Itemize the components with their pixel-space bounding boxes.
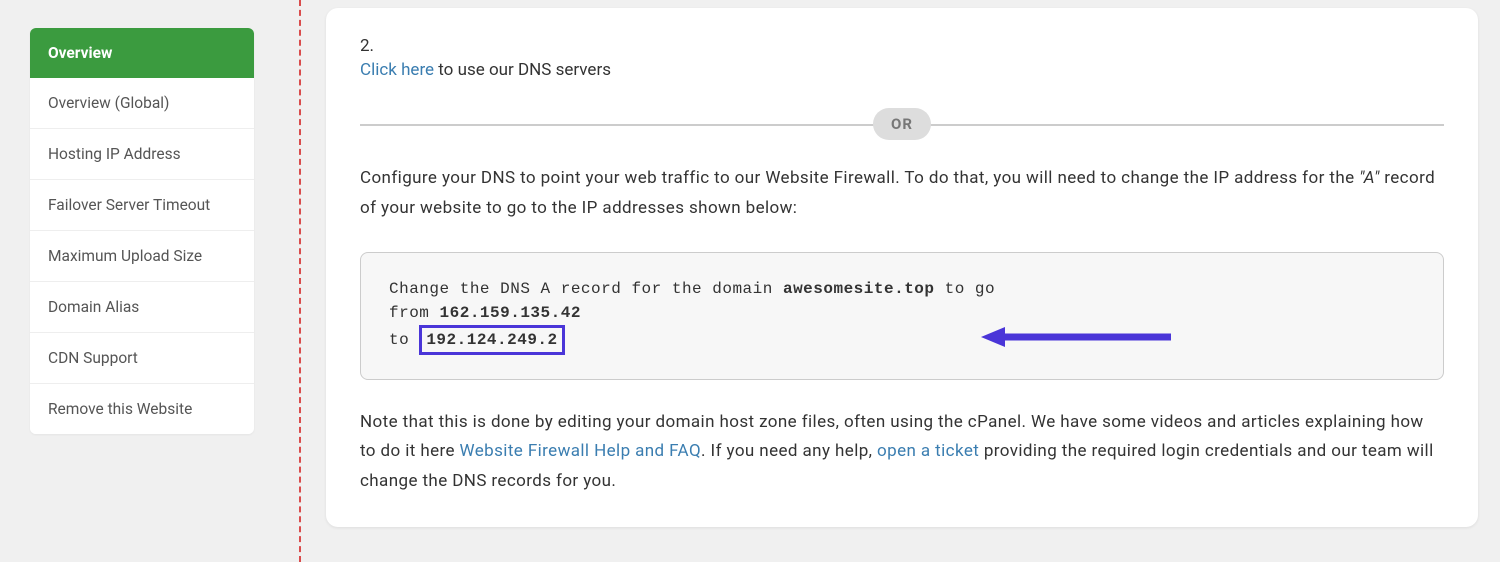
or-badge: OR [873, 108, 931, 140]
sidebar-item-label: Maximum Upload Size [48, 247, 202, 265]
main-panel: 2. Click here to use our DNS servers OR … [326, 0, 1500, 562]
vertical-divider [299, 0, 301, 562]
note-text-2: . If you need any help, [701, 441, 877, 461]
sidebar-item-label: Domain Alias [48, 298, 139, 316]
sidebar-item-label: Overview [48, 44, 112, 62]
sidebar-item-failover[interactable]: Failover Server Timeout [30, 180, 254, 231]
code-domain: awesomesite.top [783, 280, 935, 298]
sidebar-item-label: Overview (Global) [48, 94, 169, 112]
sidebar-item-max-upload[interactable]: Maximum Upload Size [30, 231, 254, 282]
sidebar-item-overview[interactable]: Overview [30, 28, 254, 78]
sidebar-item-domain-alias[interactable]: Domain Alias [30, 282, 254, 333]
configure-description: Configure your DNS to point your web tra… [360, 164, 1444, 224]
sidebar-item-label: Hosting IP Address [48, 145, 181, 163]
sidebar-item-label: CDN Support [48, 349, 138, 367]
sidebar: Overview Overview (Global) Hosting IP Ad… [0, 0, 254, 562]
footer-note: Note that this is done by editing your d… [360, 408, 1444, 497]
configure-text-1: Configure your DNS to point your web tra… [360, 168, 1359, 188]
open-ticket-link[interactable]: open a ticket [877, 441, 979, 461]
content-card: 2. Click here to use our DNS servers OR … [326, 8, 1478, 527]
or-divider: OR [360, 108, 1444, 140]
a-record-italic: "A" [1359, 168, 1380, 188]
help-faq-link[interactable]: Website Firewall Help and FAQ [460, 441, 702, 461]
step-number: 2. [360, 36, 1444, 56]
sidebar-item-label: Failover Server Timeout [48, 196, 210, 214]
dns-code-block: Change the DNS A record for the domain a… [360, 252, 1444, 380]
click-here-link[interactable]: Click here [360, 60, 434, 80]
code-line-2: from 162.159.135.42 [389, 301, 1415, 325]
sidebar-item-remove-website[interactable]: Remove this Website [30, 384, 254, 434]
dns-link-line: Click here to use our DNS servers [360, 60, 1444, 80]
sidebar-menu: Overview Overview (Global) Hosting IP Ad… [30, 28, 254, 434]
code-from-ip: 162.159.135.42 [440, 304, 581, 322]
code-line-1: Change the DNS A record for the domain a… [389, 277, 1415, 301]
code-line-3: to 192.124.249.2 [389, 325, 1415, 355]
sidebar-item-overview-global[interactable]: Overview (Global) [30, 78, 254, 129]
sidebar-item-hosting-ip[interactable]: Hosting IP Address [30, 129, 254, 180]
sidebar-item-label: Remove this Website [48, 400, 192, 418]
click-suffix: to use our DNS servers [434, 60, 611, 80]
sidebar-item-cdn-support[interactable]: CDN Support [30, 333, 254, 384]
code-to-ip-highlight: 192.124.249.2 [419, 325, 564, 355]
